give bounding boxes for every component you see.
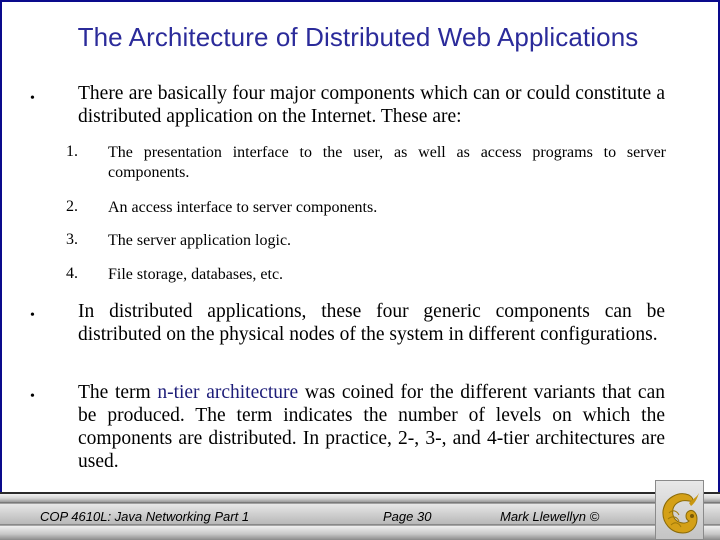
list-item: File storage, databases, etc. (108, 266, 284, 283)
list-item: The presentation interface to the user, … (108, 144, 666, 181)
bullet-text: The term n-tier architecture was coined … (78, 381, 665, 473)
bullet-text: In distributed applications, these four … (78, 301, 665, 345)
bullet-marker: • (30, 91, 35, 106)
list-number: 3. (66, 231, 78, 248)
list-number: 2. (66, 198, 78, 215)
bullet-text-start: The term (78, 382, 158, 403)
term-highlight: n-tier architecture (157, 382, 299, 403)
list-number: 1. (66, 143, 78, 160)
footer-course: COP 4610L: Java Networking Part 1 (40, 509, 250, 524)
footer-page-number: Page 30 (383, 509, 432, 524)
list-item: An access interface to server components… (108, 199, 378, 216)
bullet-marker: • (30, 308, 35, 323)
bullet-text: There are basically four major component… (78, 83, 665, 127)
pegasus-logo-icon (662, 493, 699, 534)
logo-box (655, 480, 704, 540)
list-number: 4. (66, 265, 78, 282)
footer-divider (0, 492, 720, 494)
footer-author: Mark Llewellyn © (500, 509, 600, 524)
bullet-marker: • (30, 389, 35, 404)
slide-title: The Architecture of Distributed Web Appl… (77, 22, 639, 52)
list-item: The server application logic. (108, 232, 292, 249)
